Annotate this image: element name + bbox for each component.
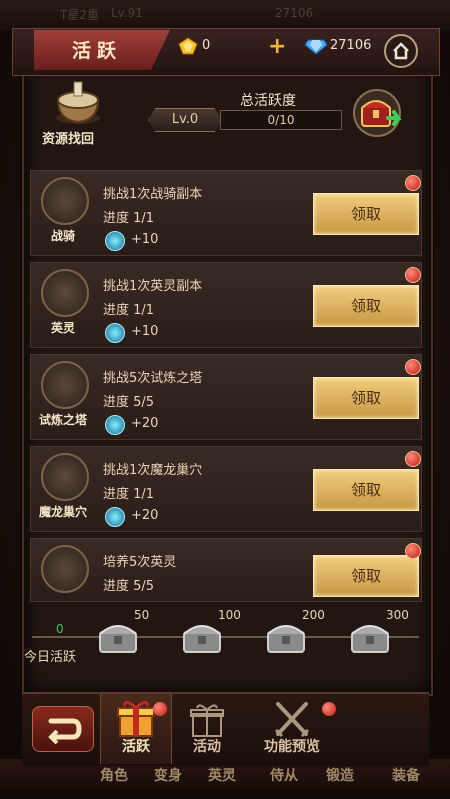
notification-dot (153, 702, 167, 716)
hero-spirit-icon (41, 269, 89, 317)
today-activity-label: 今日活跃 (24, 650, 77, 665)
diamond-icon (304, 39, 328, 55)
menu-hero[interactable]: 英灵 (208, 765, 236, 785)
notification-dot (405, 175, 421, 191)
tab-event[interactable]: 活动 (172, 694, 242, 764)
silver-chest-icon[interactable] (348, 618, 392, 656)
resource-recover-label: 资源找回 (42, 132, 95, 147)
silver-chest-icon[interactable] (180, 618, 224, 656)
task-title: 培养5次英灵 (103, 555, 177, 570)
hud-value: 27106 (274, 6, 314, 20)
claim-button[interactable]: 领取 (313, 469, 419, 511)
task-icon-label: 试炼之塔 (38, 413, 87, 427)
task-row: 魔龙巢穴 挑战1次魔龙巢穴 进度 1/1 +20 领取 (30, 446, 422, 532)
menu-transform[interactable]: 变身 (154, 765, 182, 785)
gold-icon (178, 37, 198, 55)
menu-equip[interactable]: 装备 (392, 765, 420, 785)
notification-dot (405, 267, 421, 283)
task-title: 挑战5次试炼之塔 (103, 371, 203, 386)
task-progress: 进度 5/5 (103, 579, 155, 594)
tab-label: 活跃 (122, 739, 150, 755)
activity-point-icon (105, 507, 125, 527)
tab-label: 功能预览 (264, 739, 320, 755)
task-progress: 进度 1/1 (103, 487, 155, 502)
task-row: 培养5次英灵 进度 5/5 领取 (30, 538, 422, 602)
task-title: 挑战1次英灵副本 (103, 279, 203, 294)
treasure-chest-icon[interactable] (352, 88, 402, 138)
tab-label: 活动 (193, 739, 221, 755)
task-progress: 进度 5/5 (103, 395, 155, 410)
task-icon-label: 魔龙巢穴 (38, 505, 87, 519)
tab-feature-preview[interactable]: 功能预览 (244, 694, 340, 764)
total-activity-title: 总活跃度 (240, 93, 296, 109)
task-reward: +20 (131, 508, 159, 523)
panel-title: 活跃 (72, 40, 123, 62)
task-reward: +20 (131, 416, 159, 431)
home-button[interactable] (384, 34, 418, 68)
notification-dot (405, 543, 421, 559)
panel-tab-bar: 活跃 活动 功能预览 (22, 692, 429, 766)
task-progress: 进度 1/1 (103, 211, 155, 226)
dragon-mount-icon (41, 177, 89, 225)
silver-chest-icon[interactable] (96, 618, 140, 656)
menu-role[interactable]: 角色 (100, 765, 128, 785)
add-gold-icon[interactable]: + (268, 36, 286, 58)
claim-button[interactable]: 领取 (313, 193, 419, 235)
hud-name: T星2重 (60, 8, 99, 22)
gift-icon (190, 704, 224, 737)
home-icon (393, 42, 409, 60)
menu-attendant[interactable]: 侍从 (270, 765, 298, 785)
notification-dot (405, 359, 421, 375)
activity-point-icon (105, 323, 125, 343)
claim-button[interactable]: 领取 (313, 555, 419, 597)
crossed-swords-icon (274, 702, 310, 738)
hud-level: Lv.91 (110, 6, 143, 20)
hero-spirit-icon (41, 545, 89, 593)
tab-activity-header[interactable]: 活跃 (34, 30, 170, 70)
claim-button[interactable]: 领取 (313, 285, 419, 327)
notification-dot (405, 451, 421, 467)
back-button[interactable] (32, 706, 94, 752)
tab-activity[interactable]: 活跃 (100, 694, 172, 764)
task-reward: +10 (131, 324, 159, 339)
silver-chest-icon[interactable] (264, 618, 308, 656)
trial-tower-icon (41, 361, 89, 409)
dragon-lair-icon (41, 453, 89, 501)
back-arrow-icon (48, 718, 82, 745)
task-title: 挑战1次战骑副本 (103, 187, 203, 202)
activity-level-badge: Lv.0 (148, 108, 222, 132)
task-reward: +10 (131, 232, 159, 247)
activity-progress-bar: 0/10 (220, 110, 342, 130)
task-row: 试炼之塔 挑战5次试炼之塔 进度 5/5 +20 领取 (30, 354, 422, 440)
task-row: 战骑 挑战1次战骑副本 进度 1/1 +10 领取 (30, 170, 422, 256)
gift-box-icon (117, 701, 155, 737)
today-activity-count: 0 (56, 622, 64, 636)
task-icon-label: 战骑 (50, 229, 75, 243)
notification-dot (322, 702, 336, 716)
task-title: 挑战1次魔龙巢穴 (103, 463, 203, 478)
task-progress: 进度 1/1 (103, 303, 155, 318)
activity-point-icon (105, 415, 125, 435)
gold-value: 0 (202, 38, 211, 53)
menu-forge[interactable]: 锻造 (326, 765, 354, 785)
resource-recover-icon[interactable] (50, 80, 106, 126)
diamond-value: 27106 (330, 38, 372, 53)
activity-milestones: 0 今日活跃 50 100 200 300 (22, 600, 429, 676)
task-icon-label: 英灵 (50, 321, 75, 335)
activity-header: 资源找回 总活跃度 Lv.0 0/10 (30, 78, 422, 158)
task-row: 英灵 挑战1次英灵副本 进度 1/1 +10 领取 (30, 262, 422, 348)
claim-button[interactable]: 领取 (313, 377, 419, 419)
activity-point-icon (105, 231, 125, 251)
background-hud: T星2重 Lv.91 27106 (60, 6, 450, 26)
